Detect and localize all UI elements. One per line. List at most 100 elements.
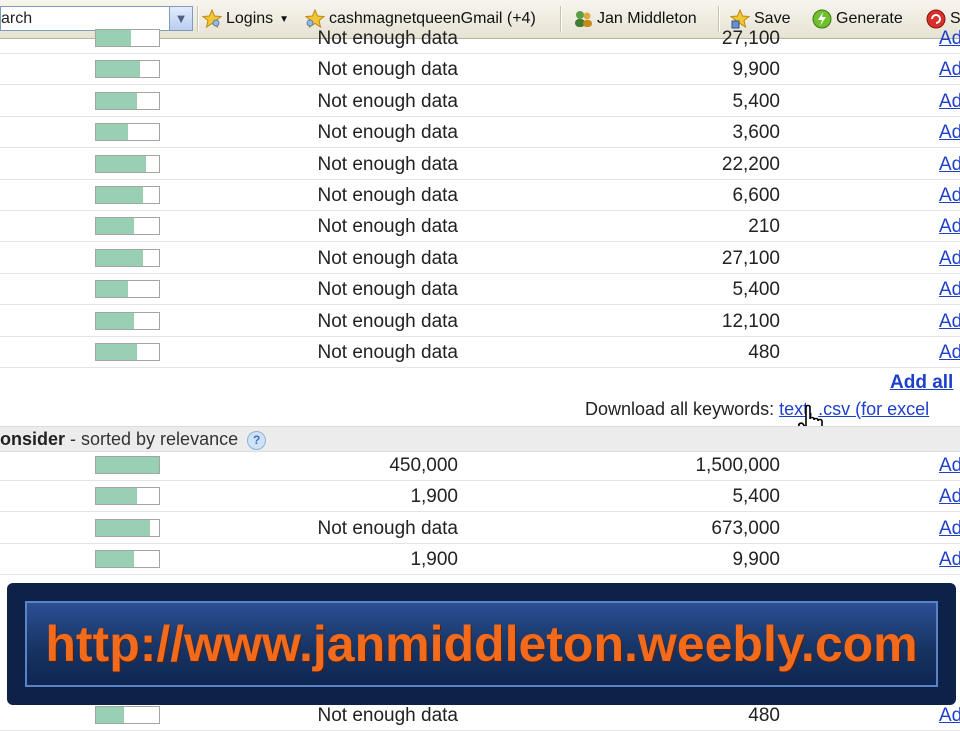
competition-bar	[95, 280, 160, 299]
competition-bar	[95, 706, 160, 724]
url-banner: http://www.janmiddleton.weebly.com	[7, 583, 956, 705]
local-searches-cell: 1,900	[410, 486, 458, 508]
table-row: Not enough data 210 Ad	[0, 211, 960, 243]
local-searches-cell: Not enough data	[317, 310, 458, 332]
add-keyword-link[interactable]: Ad	[939, 59, 960, 81]
table-row: Not enough data 9,900 Ad	[0, 54, 960, 86]
global-searches-cell: 1,500,000	[695, 455, 780, 476]
competition-bar-fill	[96, 92, 137, 109]
table-row: Not enough data 5,400 Ad	[0, 274, 960, 306]
local-searches-cell: Not enough data	[317, 705, 458, 726]
table-row: Not enough data 22,200 Ad	[0, 149, 960, 180]
global-searches-cell: 3,600	[732, 122, 780, 144]
competition-bar-fill	[96, 30, 131, 46]
table-row: Not enough data 3,600 Ad	[0, 117, 960, 149]
add-keyword-link[interactable]: Ad	[939, 279, 960, 301]
section-subtitle: - sorted by relevance	[65, 429, 239, 449]
local-searches-cell: Not enough data	[317, 153, 458, 175]
competition-bar	[95, 487, 160, 506]
help-icon[interactable]: ?	[247, 430, 267, 450]
local-searches-cell: Not enough data	[317, 28, 458, 49]
download-label: Download all keywords:	[585, 399, 775, 419]
section-header: onsider - sorted by relevance ?	[0, 426, 960, 452]
global-searches-cell: 9,900	[732, 549, 780, 571]
competition-bar-fill	[96, 155, 147, 172]
local-searches-cell: Not enough data	[317, 90, 458, 112]
global-searches-cell: 6,600	[732, 185, 780, 206]
competition-bar-fill	[96, 124, 128, 141]
global-searches-cell: 12,100	[721, 310, 780, 332]
table-row: Not enough data 27,100 Ad	[0, 243, 960, 274]
add-keyword-link[interactable]: Ad	[939, 185, 960, 207]
global-searches-cell: 5,400	[732, 279, 780, 301]
table-row: Not enough data 673,000 Ad	[0, 513, 960, 544]
local-searches-cell: Not enough data	[317, 279, 458, 301]
local-searches-cell: Not enough data	[317, 342, 458, 363]
local-searches-cell: Not enough data	[317, 59, 458, 81]
global-searches-cell: 5,400	[732, 486, 780, 508]
competition-bar-fill	[96, 281, 128, 298]
url-banner-inner: http://www.janmiddleton.weebly.com	[25, 601, 938, 687]
competition-bar	[95, 217, 160, 236]
competition-bar	[95, 550, 160, 569]
download-csv-link[interactable]: .csv (for excel	[818, 399, 929, 419]
table-row: Not enough data 5,400 Ad	[0, 86, 960, 117]
competition-bar	[95, 343, 160, 361]
competition-bar-fill	[96, 187, 144, 203]
local-searches-cell: Not enough data	[317, 185, 458, 206]
add-keyword-link[interactable]: Ad	[939, 518, 960, 540]
add-keyword-link[interactable]: Ad	[939, 705, 960, 727]
add-keyword-link[interactable]: Ad	[939, 549, 960, 571]
global-searches-cell: 480	[748, 705, 780, 726]
add-keyword-link[interactable]: Ad	[939, 486, 960, 508]
add-keyword-link[interactable]: Ad	[939, 216, 960, 238]
competition-bar	[95, 456, 160, 474]
competition-bar-fill	[96, 218, 134, 235]
global-searches-cell: 673,000	[711, 517, 780, 539]
add-keyword-link[interactable]: Ad	[939, 455, 960, 477]
competition-bar	[95, 123, 160, 142]
competition-bar-fill	[96, 551, 134, 568]
local-searches-cell: Not enough data	[317, 122, 458, 144]
add-keyword-link[interactable]: Ad	[939, 122, 960, 144]
add-keyword-link[interactable]: Ad	[939, 28, 960, 50]
competition-bar-fill	[96, 344, 137, 360]
competition-bar-fill	[96, 488, 137, 505]
local-searches-cell: Not enough data	[317, 216, 458, 238]
global-searches-cell: 5,400	[732, 90, 780, 112]
competition-bar	[95, 311, 160, 330]
global-searches-cell: 480	[748, 342, 780, 363]
global-searches-cell: 9,900	[732, 59, 780, 81]
competition-bar-fill	[96, 249, 144, 266]
table-row: Not enough data 12,100 Ad	[0, 306, 960, 337]
table-row: 1,900 9,900 Ad	[0, 544, 960, 576]
competition-bar	[95, 154, 160, 173]
global-searches-cell: 210	[748, 216, 780, 238]
competition-bar-fill	[96, 312, 134, 329]
banner-url-text: http://www.janmiddleton.weebly.com	[45, 616, 918, 672]
competition-bar	[95, 518, 160, 537]
add-keyword-link[interactable]: Ad	[939, 154, 960, 176]
competition-bar	[95, 60, 160, 79]
competition-bar-fill	[96, 519, 150, 536]
local-searches-cell: Not enough data	[317, 247, 458, 269]
local-searches-cell: 1,900	[410, 549, 458, 571]
table-row: 1,900 5,400 Ad	[0, 481, 960, 513]
competition-bar-fill	[96, 61, 141, 78]
global-searches-cell: 22,200	[721, 153, 780, 175]
local-searches-cell: 450,000	[389, 455, 458, 476]
add-keyword-link[interactable]: Ad	[939, 248, 960, 270]
table-row: Not enough data 27,100 Ad	[0, 23, 960, 54]
competition-bar	[95, 91, 160, 110]
competition-bar	[95, 186, 160, 204]
add-keyword-link[interactable]: Ad	[939, 311, 960, 333]
add-all-link[interactable]: Add all	[890, 372, 953, 394]
competition-bar	[95, 29, 160, 47]
add-keyword-link[interactable]: Ad	[939, 91, 960, 113]
download-keywords: Download all keywords: text, .csv (for e…	[585, 399, 929, 420]
global-searches-cell: 27,100	[721, 247, 780, 269]
global-searches-cell: 27,100	[721, 28, 780, 49]
add-keyword-link[interactable]: Ad	[939, 342, 960, 364]
local-searches-cell: Not enough data	[317, 517, 458, 539]
table-row: Not enough data 480 Ad	[0, 337, 960, 368]
